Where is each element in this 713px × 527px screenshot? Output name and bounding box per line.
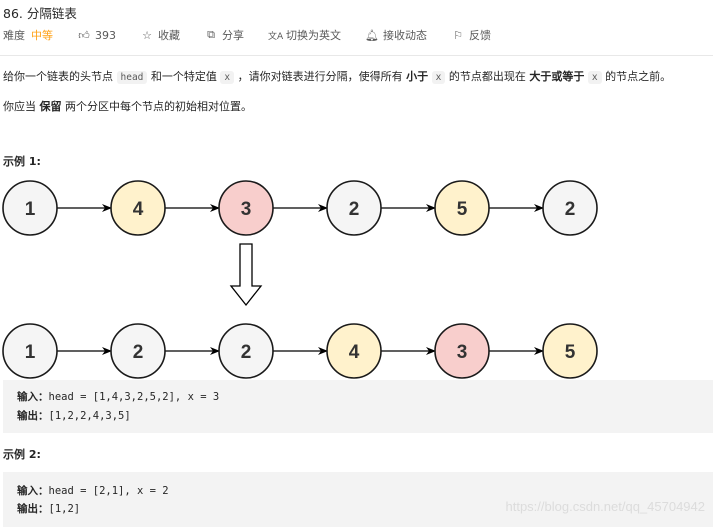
output-value: [1,2,2,4,3,5]: [48, 410, 131, 422]
down-arrow-icon: [229, 243, 263, 307]
example-1-output: 输出：[1,2,2,4,3,5]: [17, 408, 131, 423]
after-node-value: 5: [565, 342, 576, 363]
example-1-input: 输入：head = [1,4,3,2,5,2], x = 3: [17, 389, 219, 404]
output-label: 输出：: [17, 503, 49, 515]
after-node-value: 2: [241, 342, 252, 363]
before-node-value: 4: [133, 199, 144, 220]
before-node-value: 5: [457, 199, 468, 220]
input-label: 输入：: [17, 391, 49, 403]
after-node-value: 3: [457, 342, 468, 363]
linked-list-diagram: 1 4 3 2 5 2 1 2 2 4 3 5: [2, 180, 598, 379]
before-node-value: 2: [565, 199, 576, 220]
input-label: 输入：: [17, 485, 49, 497]
example-2-output: 输出：[1,2]: [17, 501, 80, 516]
after-node-value: 1: [25, 342, 36, 363]
list-after: 1 2 2 4 3 5: [2, 323, 598, 379]
watermark: https://blog.csdn.net/qq_45704942: [505, 499, 706, 514]
input-value: head = [2,1], x = 2: [48, 485, 169, 497]
input-value: head = [1,4,3,2,5,2], x = 3: [48, 391, 220, 403]
output-value: [1,2]: [48, 503, 81, 515]
after-node-value: 4: [349, 342, 360, 363]
example-2-title: 示例 2:: [3, 448, 41, 461]
before-node-value: 2: [349, 199, 360, 220]
before-node-value: 1: [25, 199, 36, 220]
before-node-value: 3: [241, 199, 252, 220]
output-label: 输出：: [17, 410, 49, 422]
after-node-value: 2: [133, 342, 144, 363]
example-1-code: 输入：head = [1,4,3,2,5,2], x = 3 输出：[1,2,2…: [3, 380, 713, 433]
list-before: 1 4 3 2 5 2: [2, 180, 598, 236]
example-2-input: 输入：head = [2,1], x = 2: [17, 483, 169, 498]
